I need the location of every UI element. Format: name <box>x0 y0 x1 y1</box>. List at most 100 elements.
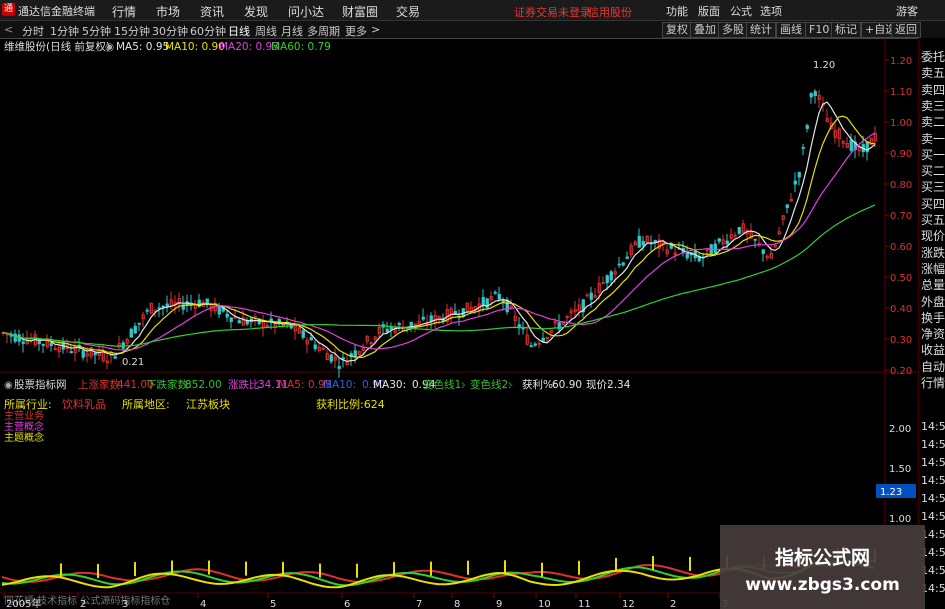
side-panel-item[interactable]: 净资 <box>921 325 945 342</box>
side-panel-item[interactable]: 卖二 <box>921 113 945 130</box>
adjust-button[interactable]: 复权 <box>662 22 692 38</box>
price-tick-label: 0.40 <box>890 304 912 315</box>
side-panel-item[interactable]: 卖一 <box>921 130 945 147</box>
watermark-title: 指标公式网 <box>774 547 870 569</box>
stats-button[interactable]: 统计 <box>746 22 776 38</box>
side-panel-item[interactable]: 总量 <box>921 276 945 293</box>
side-panel-item[interactable]: 涨跌 <box>921 244 945 261</box>
side-panel-item[interactable]: 外盘 <box>921 293 945 310</box>
menu-item-wealth[interactable]: 财富圈 <box>342 3 378 20</box>
tick-time: 14:55 <box>921 420 945 433</box>
login-notice[interactable]: 证券交易未登录 <box>514 4 591 20</box>
toolbar-back-icon[interactable]: < <box>4 23 13 36</box>
price-axis-labels: 1.20 1.10 1.00 0.90 0.80 0.70 0.60 0.50 0.40 0.30… <box>885 56 912 377</box>
menu-item-news[interactable]: 资讯 <box>200 3 224 20</box>
period-60min[interactable]: 60分钟 <box>190 23 226 39</box>
f10-button[interactable]: F10 <box>805 22 834 38</box>
indicator-bar <box>652 556 654 571</box>
candle-body <box>801 146 805 149</box>
side-panel-item[interactable]: 委托 <box>921 48 945 65</box>
settings-icon[interactable]: ◉ <box>105 41 114 53</box>
side-panel-item[interactable]: 买四 <box>921 195 945 212</box>
side-panel-item[interactable]: 卖四 <box>921 81 945 98</box>
low-price-mark: 0.21 <box>122 357 144 368</box>
menu-options[interactable]: 选项 <box>760 3 782 19</box>
period-1min[interactable]: 1分钟 <box>50 23 79 39</box>
menu-item-ask[interactable]: 问小达 <box>288 3 324 20</box>
indicator-field-label: 变色线2: <box>470 378 512 391</box>
return-button[interactable]: 返回 <box>891 22 921 38</box>
candle-body <box>589 292 593 300</box>
mark-button[interactable]: 标记 <box>831 22 861 38</box>
price-tick-label: 0.90 <box>890 149 912 160</box>
period-5min[interactable]: 5分钟 <box>82 23 111 39</box>
side-panel-item[interactable]: 收益 <box>921 341 945 358</box>
indicator-field-value: - <box>462 379 466 391</box>
menu-item-market[interactable]: 市场 <box>156 3 180 20</box>
period-toolbar: < 分时 1分钟 5分钟 15分钟 30分钟 60分钟 日线 周线 月线 多周期… <box>0 21 945 39</box>
indicator-bar <box>578 560 580 575</box>
candle-body <box>225 313 229 318</box>
side-panel-item[interactable]: 卖三 <box>921 97 945 114</box>
period-timeshare[interactable]: 分时 <box>22 23 44 39</box>
indicator-bar <box>504 560 506 575</box>
candle-body <box>93 352 97 356</box>
date-label: 10 <box>538 599 551 609</box>
side-panel-item[interactable]: 涨幅 <box>921 260 945 277</box>
side-panel-item[interactable]: 买五 <box>921 211 945 228</box>
period-daily[interactable]: 日线 <box>228 23 250 39</box>
indicator-field-label: MA10: <box>323 379 356 391</box>
stock-title: 维维股份(日线 前复权) <box>4 40 110 53</box>
price-tick-label: 0.70 <box>890 211 912 222</box>
multistock-button[interactable]: 多股 <box>718 22 748 38</box>
profit-ratio: 获利比例:624 <box>316 397 385 411</box>
period-monthly[interactable]: 月线 <box>281 23 303 39</box>
candle-body <box>541 337 545 342</box>
indicator-field-label: 变色线1: <box>423 378 465 391</box>
menu-function[interactable]: 功能 <box>666 3 688 19</box>
menu-formula[interactable]: 公式 <box>730 3 752 19</box>
current-value-text: 1.23 <box>880 487 902 498</box>
side-panel-item[interactable]: 自动 <box>921 358 945 375</box>
tick-time: 14:56 <box>921 492 945 505</box>
period-weekly[interactable]: 周线 <box>255 23 277 39</box>
period-15min[interactable]: 15分钟 <box>114 23 150 39</box>
side-panel-item[interactable]: 买三 <box>921 178 945 195</box>
candle-body <box>229 317 233 323</box>
menu-item-quotes[interactable]: 行情 <box>112 3 136 20</box>
broker-notice[interactable]: 信用股份 <box>588 4 632 20</box>
side-panel-item[interactable]: 买一 <box>921 146 945 163</box>
menu-layout[interactable]: 版面 <box>698 3 720 19</box>
candle-body <box>797 172 801 178</box>
side-panel-item[interactable]: 换手 <box>921 309 945 326</box>
indicator-bar <box>319 563 321 578</box>
period-30min[interactable]: 30分钟 <box>152 23 188 39</box>
period-multi[interactable]: 多周期 <box>307 23 340 39</box>
menu-item-trade[interactable]: 交易 <box>396 3 420 20</box>
chevron-right-icon[interactable]: > <box>371 23 380 36</box>
side-panel-item[interactable]: 现价 <box>921 227 945 244</box>
candle-body <box>753 238 757 241</box>
side-panel-item[interactable]: 卖五 <box>921 64 945 81</box>
indicator-bar <box>393 562 395 577</box>
candle-body <box>805 125 809 129</box>
candle-body <box>237 320 241 324</box>
candle-body <box>529 345 533 347</box>
menu-item-discover[interactable]: 发现 <box>244 3 268 20</box>
period-more[interactable]: 更多 <box>345 23 367 39</box>
candle-body <box>37 340 41 345</box>
candle-body <box>617 263 621 266</box>
side-panel-item[interactable]: 买二 <box>921 162 945 179</box>
side-panel-item[interactable]: 行情 <box>921 374 945 391</box>
indicator-fields: 上涨家数:441.00下跌家数:852.00 涨跌比:34.11MA5: 0.95M… <box>78 378 631 391</box>
trading-terminal: 通 通达信金融终端 行情 市场 资讯 发现 问小达 财富圈 交易 证券交易未登录… <box>0 0 945 609</box>
overlay-button[interactable]: 叠加 <box>690 22 720 38</box>
candle-body <box>609 271 613 281</box>
date-label: 8 <box>454 599 460 609</box>
indicator-settings-icon[interactable]: ◉ <box>4 380 13 391</box>
tag-theme-concept: 主题概念 <box>4 431 44 444</box>
guest-user[interactable]: 游客 <box>896 3 918 19</box>
kline-chart[interactable]: 维维股份(日线 前复权) ◉ MA5: 0.95 MA10: 0.90 MA20… <box>0 38 918 609</box>
ind-axis-label-2: 2.00 <box>889 424 911 435</box>
draw-button[interactable]: 画线 <box>776 22 806 38</box>
